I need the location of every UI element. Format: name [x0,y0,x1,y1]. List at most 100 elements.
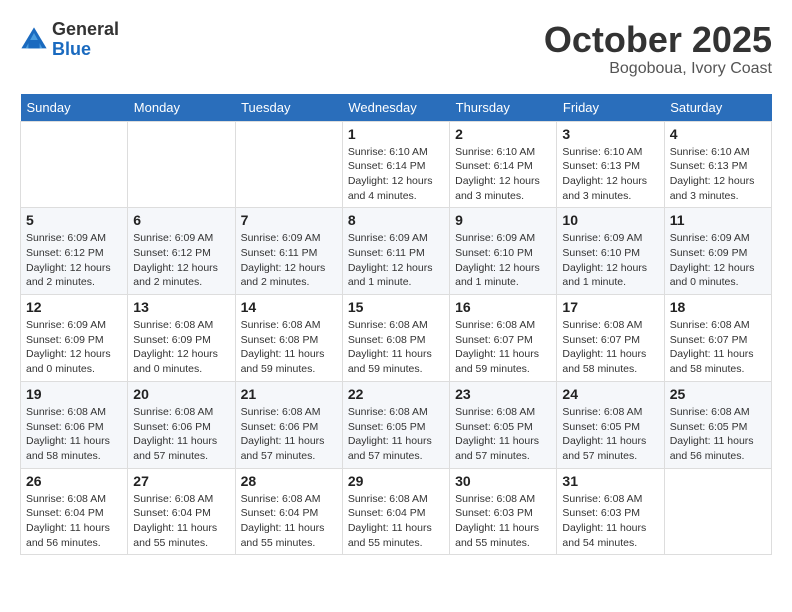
calendar-cell: 17 Sunrise: 6:08 AMSunset: 6:07 PMDayligh… [557,295,664,382]
day-info: Sunrise: 6:10 AMSunset: 6:13 PMDaylight:… [670,145,766,204]
calendar-header-tuesday: Tuesday [235,94,342,122]
day-number: 11 [670,212,766,228]
calendar-cell: 6Sunrise: 6:09 AMSunset: 6:12 PMDaylight… [128,208,235,295]
calendar-cell: 22 Sunrise: 6:08 AMSunset: 6:05 PMDayligh… [342,381,449,468]
calendar-cell: 21 Sunrise: 6:08 AMSunset: 6:06 PMDayligh… [235,381,342,468]
day-number: 29 [348,473,444,489]
day-number: 28 [241,473,337,489]
calendar-cell [235,121,342,208]
calendar-cell [664,468,771,555]
page-header: General Blue October 2025 Bogoboua, Ivor… [20,20,772,78]
day-number: 4 [670,126,766,142]
day-info: Sunrise: 6:09 AMSunset: 6:10 PMDaylight:… [562,231,658,290]
day-info: Sunrise: 6:09 AMSunset: 6:12 PMDaylight:… [133,231,229,290]
calendar-header-wednesday: Wednesday [342,94,449,122]
calendar-week-row: 5 Sunrise: 6:09 AMSunset: 6:12 PMDaylight… [21,208,772,295]
day-number: 3 [562,126,658,142]
day-number: 16 [455,299,551,315]
day-number: 8 [348,212,444,228]
day-info: Sunrise: 6:08 AMSunset: 6:05 PMDaylight:… [348,405,444,464]
calendar-cell: 24Sunrise: 6:08 AMSunset: 6:05 PMDayligh… [557,381,664,468]
calendar-cell: 30 Sunrise: 6:08 AMSunset: 6:03 PMDayligh… [450,468,557,555]
logo-blue: Blue [52,39,91,59]
day-number: 17 [562,299,658,315]
calendar-cell: 16 Sunrise: 6:08 AMSunset: 6:07 PMDayligh… [450,295,557,382]
calendar-cell: 31Sunrise: 6:08 AMSunset: 6:03 PMDayligh… [557,468,664,555]
calendar-cell: 8 Sunrise: 6:09 AMSunset: 6:11 PMDaylight… [342,208,449,295]
calendar-cell: 12 Sunrise: 6:09 AMSunset: 6:09 PMDayligh… [21,295,128,382]
day-info: Sunrise: 6:08 AMSunset: 6:04 PMDaylight:… [26,492,122,551]
day-number: 22 [348,386,444,402]
day-info: Sunrise: 6:08 AMSunset: 6:06 PMDaylight:… [241,405,337,464]
day-number: 25 [670,386,766,402]
day-info: Sunrise: 6:08 AMSunset: 6:06 PMDaylight:… [26,405,122,464]
day-number: 30 [455,473,551,489]
day-info: Sunrise: 6:09 AMSunset: 6:11 PMDaylight:… [348,231,444,290]
calendar-cell: 7 Sunrise: 6:09 AMSunset: 6:11 PMDaylight… [235,208,342,295]
day-info: Sunrise: 6:10 AMSunset: 6:13 PMDaylight:… [562,145,658,204]
calendar-cell: 1 Sunrise: 6:10 AMSunset: 6:14 PMDaylight… [342,121,449,208]
day-info: Sunrise: 6:10 AMSunset: 6:14 PMDaylight:… [455,145,551,204]
day-info: Sunrise: 6:08 AMSunset: 6:04 PMDaylight:… [133,492,229,551]
calendar-cell: 29 Sunrise: 6:08 AMSunset: 6:04 PMDayligh… [342,468,449,555]
day-info: Sunrise: 6:08 AMSunset: 6:08 PMDaylight:… [348,318,444,377]
day-number: 9 [455,212,551,228]
day-info: Sunrise: 6:08 AMSunset: 6:03 PMDaylight:… [455,492,551,551]
calendar-cell: 9 Sunrise: 6:09 AMSunset: 6:10 PMDaylight… [450,208,557,295]
calendar-header-monday: Monday [128,94,235,122]
title-block: October 2025 Bogoboua, Ivory Coast [544,20,772,78]
day-number: 5 [26,212,122,228]
calendar-cell: 26 Sunrise: 6:08 AMSunset: 6:04 PMDayligh… [21,468,128,555]
day-info: Sunrise: 6:08 AMSunset: 6:05 PMDaylight:… [562,405,658,464]
day-info: Sunrise: 6:10 AMSunset: 6:14 PMDaylight:… [348,145,444,204]
day-info: Sunrise: 6:09 AMSunset: 6:10 PMDaylight:… [455,231,551,290]
day-number: 14 [241,299,337,315]
calendar-header-sunday: Sunday [21,94,128,122]
day-info: Sunrise: 6:08 AMSunset: 6:04 PMDaylight:… [348,492,444,551]
calendar-cell: 13Sunrise: 6:08 AMSunset: 6:09 PMDayligh… [128,295,235,382]
day-number: 12 [26,299,122,315]
calendar-header-friday: Friday [557,94,664,122]
day-number: 31 [562,473,658,489]
calendar-cell: 28 Sunrise: 6:08 AMSunset: 6:04 PMDayligh… [235,468,342,555]
day-number: 20 [133,386,229,402]
day-info: Sunrise: 6:08 AMSunset: 6:07 PMDaylight:… [455,318,551,377]
calendar-cell: 10 Sunrise: 6:09 AMSunset: 6:10 PMDayligh… [557,208,664,295]
calendar-cell: 4 Sunrise: 6:10 AMSunset: 6:13 PMDaylight… [664,121,771,208]
day-info: Sunrise: 6:08 AMSunset: 6:07 PMDaylight:… [562,318,658,377]
month-title: October 2025 [544,20,772,60]
day-info: Sunrise: 6:08 AMSunset: 6:05 PMDaylight:… [670,405,766,464]
calendar-cell: 3 Sunrise: 6:10 AMSunset: 6:13 PMDaylight… [557,121,664,208]
location: Bogoboua, Ivory Coast [544,60,772,78]
day-number: 18 [670,299,766,315]
day-info: Sunrise: 6:09 AMSunset: 6:09 PMDaylight:… [26,318,122,377]
day-info: Sunrise: 6:08 AMSunset: 6:04 PMDaylight:… [241,492,337,551]
day-number: 15 [348,299,444,315]
day-number: 7 [241,212,337,228]
calendar-cell: 14Sunrise: 6:08 AMSunset: 6:08 PMDayligh… [235,295,342,382]
calendar-cell: 15 Sunrise: 6:08 AMSunset: 6:08 PMDayligh… [342,295,449,382]
calendar-week-row: 12 Sunrise: 6:09 AMSunset: 6:09 PMDayligh… [21,295,772,382]
day-info: Sunrise: 6:09 AMSunset: 6:09 PMDaylight:… [670,231,766,290]
calendar-cell: 27 Sunrise: 6:08 AMSunset: 6:04 PMDayligh… [128,468,235,555]
calendar-header-thursday: Thursday [450,94,557,122]
day-number: 26 [26,473,122,489]
calendar-week-row: 1 Sunrise: 6:10 AMSunset: 6:14 PMDaylight… [21,121,772,208]
calendar-cell: 18Sunrise: 6:08 AMSunset: 6:07 PMDayligh… [664,295,771,382]
day-number: 10 [562,212,658,228]
logo: General Blue [20,20,119,60]
calendar-cell [128,121,235,208]
day-info: Sunrise: 6:09 AMSunset: 6:11 PMDaylight:… [241,231,337,290]
calendar-cell: 2Sunrise: 6:10 AMSunset: 6:14 PMDaylight… [450,121,557,208]
logo-general: General [52,19,119,39]
calendar-cell: 25 Sunrise: 6:08 AMSunset: 6:05 PMDayligh… [664,381,771,468]
calendar-cell [21,121,128,208]
day-number: 21 [241,386,337,402]
calendar-header-row: SundayMondayTuesdayWednesdayThursdayFrid… [21,94,772,122]
day-info: Sunrise: 6:08 AMSunset: 6:06 PMDaylight:… [133,405,229,464]
day-number: 1 [348,126,444,142]
calendar-cell: 11 Sunrise: 6:09 AMSunset: 6:09 PMDayligh… [664,208,771,295]
logo-text: General Blue [52,20,119,60]
calendar-cell: 23Sunrise: 6:08 AMSunset: 6:05 PMDayligh… [450,381,557,468]
day-number: 27 [133,473,229,489]
